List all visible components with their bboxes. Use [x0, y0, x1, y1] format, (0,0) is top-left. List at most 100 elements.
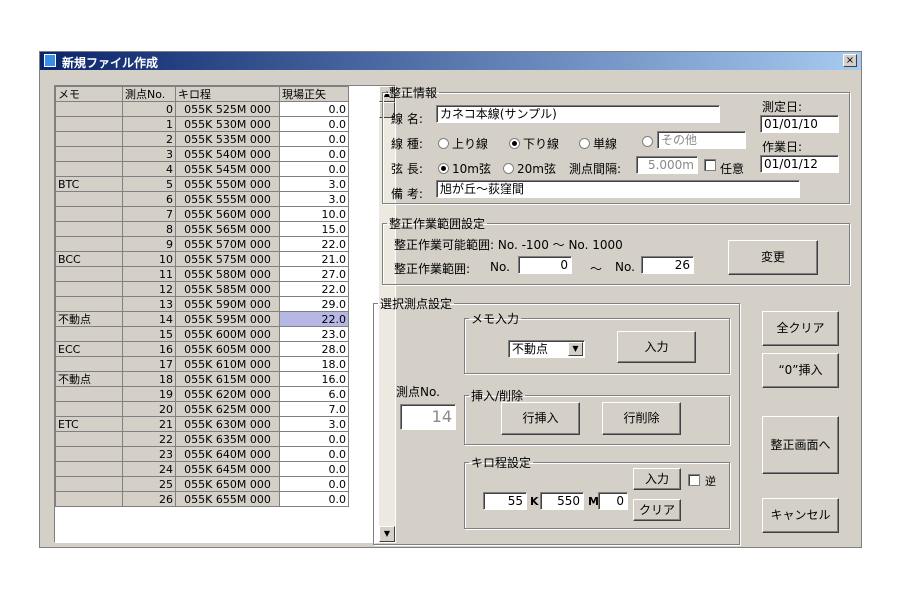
- memo-select-value: 不動点: [512, 342, 549, 356]
- table-row[interactable]: 13 055K 590M 000 29.0: [55, 296, 349, 312]
- table-row[interactable]: 23 055K 640M 000 0.0: [55, 446, 349, 462]
- work-date-field[interactable]: 01/01/12: [760, 155, 839, 173]
- radio-down-line[interactable]: 下り線: [509, 135, 559, 152]
- value-cell[interactable]: 0.0: [279, 131, 349, 147]
- radio-20m[interactable]: 20m弦: [503, 160, 556, 177]
- table-row[interactable]: 不動点 14 055K 595M 000 22.0: [55, 311, 349, 327]
- table-row[interactable]: ECC 16 055K 605M 000 28.0: [55, 341, 349, 357]
- table-row[interactable]: 26 055K 655M 000 0.0: [55, 491, 349, 507]
- radio-10m[interactable]: 10m弦: [438, 160, 491, 177]
- table-row[interactable]: 12 055K 585M 000 22.0: [55, 281, 349, 297]
- kiro-cell: 055K 625M 000: [175, 401, 280, 417]
- value-cell[interactable]: 16.0: [279, 371, 349, 387]
- value-cell[interactable]: 22.0: [279, 311, 349, 327]
- value-cell[interactable]: 0.0: [279, 446, 349, 462]
- value-cell[interactable]: 3.0: [279, 416, 349, 432]
- table-row[interactable]: 4 055K 545M 000 0.0: [55, 161, 349, 177]
- value-cell[interactable]: 27.0: [279, 266, 349, 282]
- insert-zero-button[interactable]: “0”挿入: [762, 353, 839, 388]
- memo-select[interactable]: 不動点 ▼: [508, 340, 585, 358]
- value-cell[interactable]: 22.0: [279, 281, 349, 297]
- no-cell: 7: [122, 206, 176, 222]
- close-button[interactable]: ×: [843, 54, 857, 67]
- value-cell[interactable]: 23.0: [279, 326, 349, 342]
- measurement-grid[interactable]: メモ 測点No. キロ程 現場正矢 0 055K 525M 000 0.0 1 055K…: [54, 85, 396, 543]
- value-cell[interactable]: 15.0: [279, 221, 349, 237]
- kiro-clear-button[interactable]: クリア: [633, 499, 681, 521]
- table-row[interactable]: BCC 10 055K 575M 000 21.0: [55, 251, 349, 267]
- measure-date-field[interactable]: 01/01/10: [760, 115, 839, 133]
- value-cell[interactable]: 28.0: [279, 341, 349, 357]
- insert-row-button[interactable]: 行挿入: [501, 402, 580, 435]
- radio-up-line[interactable]: 上り線: [438, 135, 488, 152]
- table-row[interactable]: ETC 21 055K 630M 000 3.0: [55, 416, 349, 432]
- table-row[interactable]: 3 055K 540M 000 0.0: [55, 146, 349, 162]
- optional-checkbox[interactable]: [704, 159, 716, 171]
- value-cell[interactable]: 3.0: [279, 191, 349, 207]
- table-row[interactable]: 22 055K 635M 000 0.0: [55, 431, 349, 447]
- table-row[interactable]: 17 055K 610M 000 18.0: [55, 356, 349, 372]
- no-cell: 5: [122, 176, 176, 192]
- table-row[interactable]: 1 055K 530M 000 0.0: [55, 116, 349, 132]
- value-cell[interactable]: 0.0: [279, 161, 349, 177]
- value-cell[interactable]: 0.0: [279, 116, 349, 132]
- table-row[interactable]: 7 055K 560M 000 10.0: [55, 206, 349, 222]
- title-bar: 新規ファイル作成 ×: [40, 52, 861, 70]
- reverse-checkbox[interactable]: [688, 474, 700, 486]
- delete-row-button[interactable]: 行削除: [602, 402, 681, 435]
- window-title: 新規ファイル作成: [62, 56, 159, 70]
- value-cell[interactable]: 0.0: [279, 476, 349, 492]
- value-cell[interactable]: 6.0: [279, 386, 349, 402]
- chevron-down-icon[interactable]: ▼: [568, 342, 583, 356]
- col-header-kiro[interactable]: キロ程: [175, 86, 280, 102]
- table-row[interactable]: 20 055K 625M 000 7.0: [55, 401, 349, 417]
- col-header-no[interactable]: 測点No.: [122, 86, 176, 102]
- value-cell[interactable]: 3.0: [279, 176, 349, 192]
- other-line-field[interactable]: その他: [657, 131, 746, 149]
- kiro-input-button[interactable]: 入力: [633, 468, 681, 490]
- memo-input-button[interactable]: 入力: [617, 331, 696, 363]
- table-row[interactable]: 不動点 18 055K 615M 000 16.0: [55, 371, 349, 387]
- no-cell: 21: [122, 416, 176, 432]
- interval-field[interactable]: 5.000m: [636, 156, 698, 174]
- value-cell[interactable]: 0.0: [279, 431, 349, 447]
- range-from-field[interactable]: 0: [518, 256, 572, 274]
- to-seisei-button[interactable]: 整正画面へ: [762, 416, 839, 474]
- value-cell[interactable]: 0.0: [279, 146, 349, 162]
- table-row[interactable]: 11 055K 580M 000 27.0: [55, 266, 349, 282]
- kiro-mm-field[interactable]: 0: [598, 492, 628, 510]
- cancel-button[interactable]: キャンセル: [762, 498, 839, 533]
- table-row[interactable]: 8 055K 565M 000 15.0: [55, 221, 349, 237]
- value-cell[interactable]: 10.0: [279, 206, 349, 222]
- memo-cell: [55, 131, 123, 147]
- table-row[interactable]: 19 055K 620M 000 6.0: [55, 386, 349, 402]
- table-row[interactable]: 9 055K 570M 000 22.0: [55, 236, 349, 252]
- table-row[interactable]: 2 055K 535M 000 0.0: [55, 131, 349, 147]
- radio-single-line[interactable]: 単線: [579, 135, 617, 152]
- clear-all-button[interactable]: 全クリア: [762, 311, 839, 346]
- value-cell[interactable]: 29.0: [279, 296, 349, 312]
- value-cell[interactable]: 18.0: [279, 356, 349, 372]
- change-button[interactable]: 変更: [728, 240, 818, 275]
- kiro-k-field[interactable]: 55: [483, 492, 527, 510]
- value-cell[interactable]: 21.0: [279, 251, 349, 267]
- table-row[interactable]: 0 055K 525M 000 0.0: [55, 101, 349, 117]
- kiro-cell: 055K 555M 000: [175, 191, 280, 207]
- value-cell[interactable]: 22.0: [279, 236, 349, 252]
- line-name-field[interactable]: カネコ本線(サンプル): [436, 105, 720, 123]
- table-row[interactable]: BTC 5 055K 550M 000 3.0: [55, 176, 349, 192]
- col-header-memo[interactable]: メモ: [55, 86, 123, 102]
- table-row[interactable]: 25 055K 650M 000 0.0: [55, 476, 349, 492]
- table-row[interactable]: 6 055K 555M 000 3.0: [55, 191, 349, 207]
- note-field[interactable]: 旭が丘〜荻窪間: [436, 180, 800, 198]
- table-row[interactable]: 24 055K 645M 000 0.0: [55, 461, 349, 477]
- value-cell[interactable]: 0.0: [279, 461, 349, 477]
- col-header-value[interactable]: 現場正矢: [279, 86, 349, 102]
- kiro-m-field[interactable]: 550: [540, 492, 584, 510]
- value-cell[interactable]: 0.0: [279, 491, 349, 507]
- range-to-field[interactable]: 26: [641, 256, 694, 274]
- value-cell[interactable]: 7.0: [279, 401, 349, 417]
- table-row[interactable]: 15 055K 600M 000 23.0: [55, 326, 349, 342]
- radio-other-line[interactable]: [642, 135, 656, 149]
- value-cell[interactable]: 0.0: [279, 101, 349, 117]
